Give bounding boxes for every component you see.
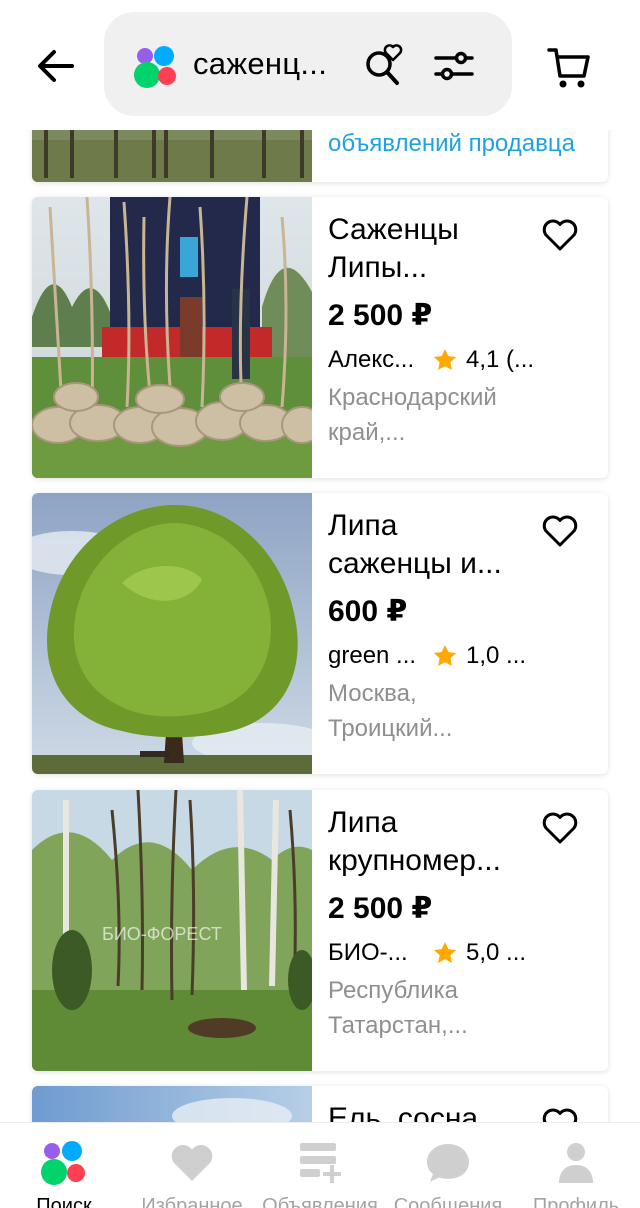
nav-label: Сообщения: [393, 1195, 503, 1208]
listing-photo[interactable]: БИО-ФОРЕСТ: [32, 790, 312, 1071]
person-icon: [559, 1143, 593, 1183]
seller-name: БИО-...: [328, 939, 408, 966]
search-bar[interactable]: саженц...: [104, 12, 512, 116]
cart-button[interactable]: [542, 40, 596, 94]
listing-price: 600 ₽: [328, 595, 408, 628]
listing-title[interactable]: Саженцы Липы...: [328, 211, 538, 287]
listing-title[interactable]: Липа крупномер...: [328, 804, 538, 880]
listing-card[interactable]: Саженцы Липы... 2 500 ₽ Алекс... 4,1 (..…: [32, 197, 608, 478]
heart-icon: [171, 1145, 213, 1181]
seller-name: Алекс...: [328, 346, 415, 373]
seller-rating: 5,0 ...: [466, 939, 527, 966]
nav-favorites[interactable]: Избранное: [128, 1123, 256, 1208]
nav-label: Объявления: [262, 1195, 378, 1208]
sliders-icon: [434, 51, 474, 81]
seller-name: green ...: [328, 642, 417, 669]
arrow-left-icon: [38, 50, 74, 82]
listing-location: Республика Татарстан,...: [328, 977, 468, 1039]
favorite-heart-icon[interactable]: [540, 511, 580, 551]
favorite-heart-icon[interactable]: [540, 215, 580, 255]
search-heart-icon: [366, 44, 403, 85]
ads-add-icon: [300, 1143, 341, 1183]
photo-watermark: БИО-ФОРЕСТ: [102, 924, 222, 944]
seller-rating: 4,1 (...: [466, 346, 535, 373]
back-button[interactable]: [30, 40, 82, 92]
top-bar: саженц...: [0, 0, 640, 130]
nav-messages[interactable]: Сообщения: [384, 1123, 512, 1208]
favorite-heart-icon[interactable]: [540, 808, 580, 848]
brand-logo-icon: [134, 46, 176, 88]
filter-button[interactable]: [430, 42, 478, 90]
nav-label: Профиль: [532, 1195, 620, 1208]
star-icon: [433, 941, 457, 963]
listing-location: Краснодарский край,...: [328, 384, 497, 446]
bottom-navigation: Поиск Избранное Объявления Сообщения Про…: [0, 1122, 640, 1208]
listing-location: Москва, Троицкий...: [328, 680, 453, 742]
brand-icon: [41, 1141, 85, 1185]
listing-price: 2 500 ₽: [328, 299, 433, 332]
chat-bubble-icon: [427, 1144, 469, 1182]
nav-search[interactable]: Поиск: [0, 1123, 128, 1208]
listings-feed[interactable]: объявлений продавца Саженцы Липы... 2 50…: [0, 0, 640, 1208]
nav-label: Поиск: [36, 1195, 92, 1208]
listing-card[interactable]: Липа саженцы и... 600 ₽ green ... 1,0 ..…: [32, 493, 608, 774]
star-icon: [433, 644, 457, 666]
seller-listings-link[interactable]: объявлений продавца: [328, 130, 575, 158]
listing-card[interactable]: БИО-ФОРЕСТ Липа крупномер... 2 500 ₽ БИО…: [32, 790, 608, 1071]
search-query-text[interactable]: саженц...: [193, 42, 327, 86]
listing-photo[interactable]: [32, 493, 312, 774]
star-icon: [433, 348, 457, 370]
listing-title[interactable]: Липа саженцы и...: [328, 507, 538, 583]
nav-profile[interactable]: Профиль: [512, 1123, 640, 1208]
saved-search-button[interactable]: [360, 40, 408, 88]
listing-photo[interactable]: [32, 197, 312, 478]
listing-price: 2 500 ₽: [328, 892, 433, 925]
cart-icon: [547, 48, 590, 88]
nav-ads[interactable]: Объявления: [256, 1123, 384, 1208]
nav-label: Избранное: [141, 1195, 243, 1208]
seller-rating: 1,0 ...: [466, 642, 527, 669]
